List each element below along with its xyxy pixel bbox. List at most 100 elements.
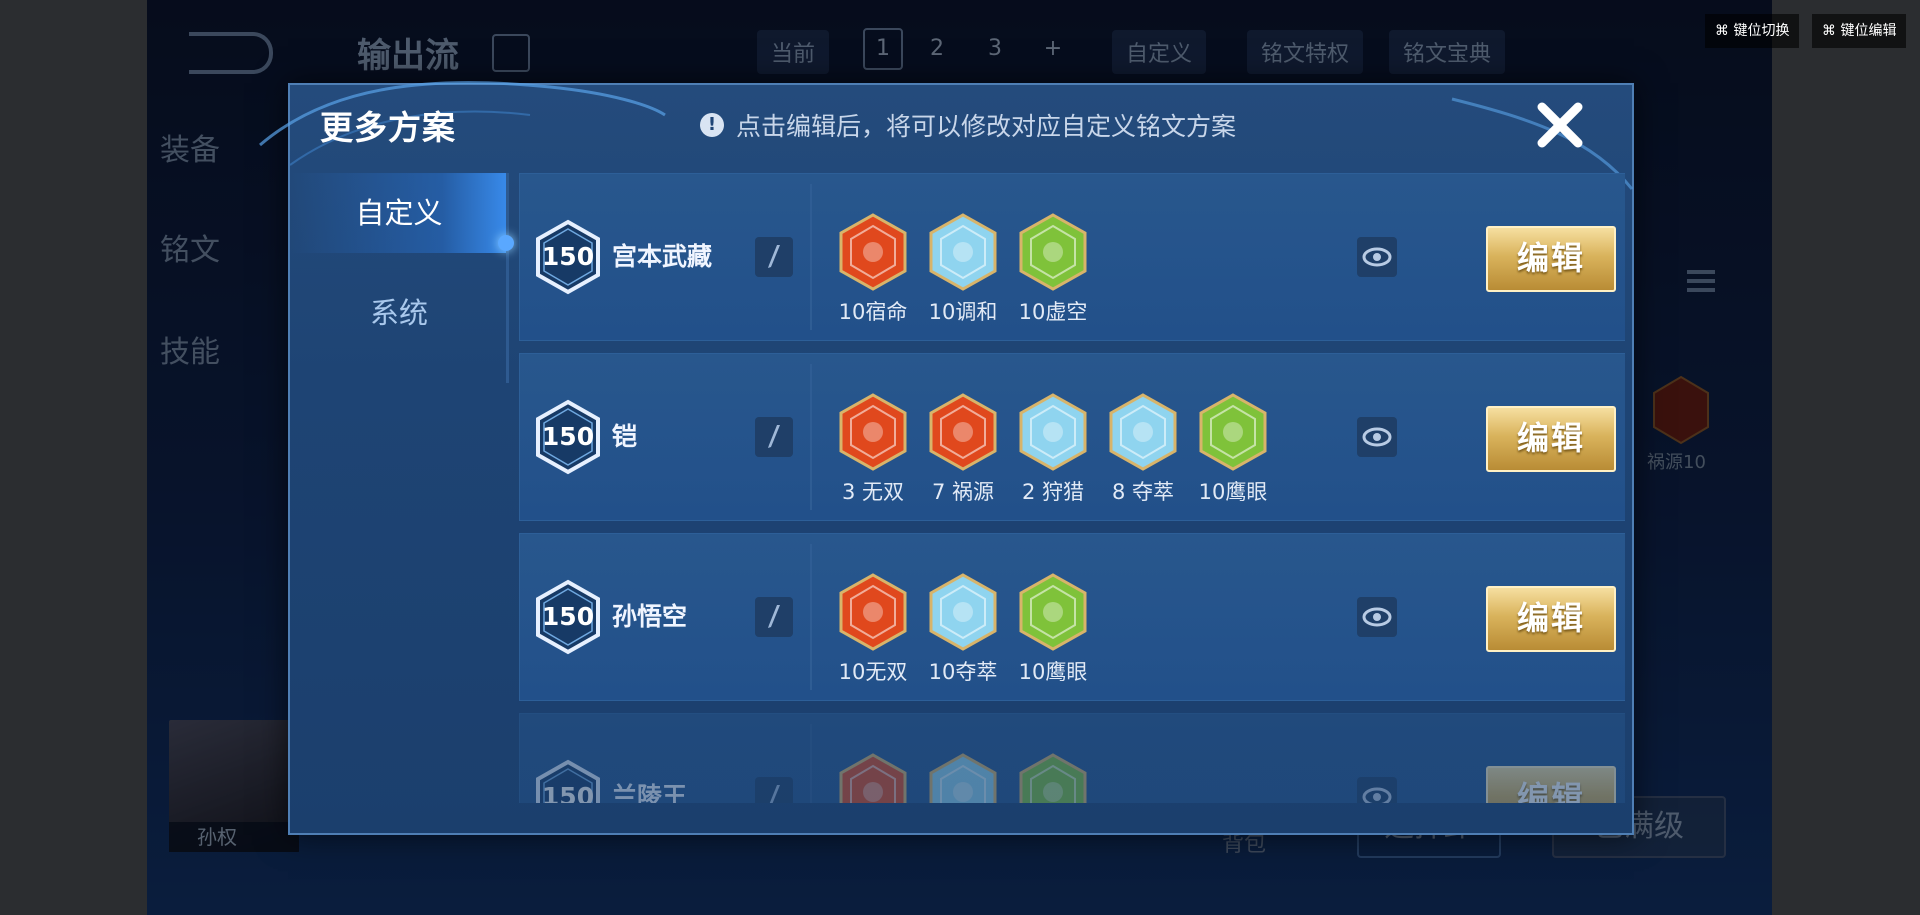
eye-icon	[1362, 787, 1392, 803]
blue-knot-rune-icon	[1109, 393, 1177, 471]
rune-item[interactable]: 10宿命	[828, 212, 918, 326]
menu-icon[interactable]	[1687, 270, 1715, 300]
green-clover-rune-icon	[1019, 753, 1087, 803]
scheme-type-tabs: 自定义 系统	[290, 173, 508, 833]
rune-level: 150	[541, 242, 595, 271]
dialog-title: 更多方案	[320, 108, 456, 147]
scheme-row: 150 宫本武藏 10宿命 10调和 10虚空 编辑	[519, 173, 1625, 341]
rune-set: 10宿命 10调和 10虚空	[828, 212, 1098, 326]
rune-item[interactable]: 10调和	[918, 212, 1008, 326]
rune-level: 150	[541, 602, 595, 631]
rune-item[interactable]	[1008, 752, 1098, 803]
rune-item[interactable]	[828, 752, 918, 803]
hero-portrait-name: 孙权	[169, 822, 299, 852]
gamepad-icon: ⌘	[1822, 23, 1841, 39]
rune-item[interactable]: 8 夺萃	[1098, 392, 1188, 506]
rune-item[interactable]	[918, 752, 1008, 803]
rune-item[interactable]: 10虚空	[1008, 212, 1098, 326]
edit-button[interactable]: 编辑	[1486, 586, 1616, 652]
rune-item[interactable]: 10鹰眼	[1188, 392, 1278, 506]
edit-button[interactable]: 编辑	[1486, 406, 1616, 472]
page-tab-1[interactable]: 1	[863, 28, 903, 70]
rune-level: 150	[541, 422, 595, 451]
preview-eye-icon[interactable]	[1357, 777, 1397, 803]
page-tab-2[interactable]: 2	[917, 28, 957, 70]
rune-item[interactable]: 7 祸源	[918, 392, 1008, 506]
key-edit-label: 键位编辑	[1840, 23, 1897, 39]
rune-item[interactable]: 10无双	[828, 572, 918, 686]
rune-label: 10虚空	[1018, 300, 1088, 324]
scheme-list: 150 宫本武藏 10宿命 10调和 10虚空 编辑 150 铠 3 无双 7 祸源 2 狩猎 8 夺…	[519, 173, 1625, 803]
grid-icon[interactable]	[492, 34, 530, 72]
red-diamond-rune-icon	[839, 753, 907, 803]
tab-system[interactable]: 系统	[290, 273, 508, 353]
rune-item[interactable]: 10鹰眼	[1008, 572, 1098, 686]
loadout-title: 输出流	[357, 36, 459, 76]
back-icon[interactable]	[189, 32, 273, 74]
rune-label: 3 无双	[841, 480, 905, 504]
rune-item[interactable]: 10夺萃	[918, 572, 1008, 686]
rename-pencil-icon[interactable]	[755, 597, 793, 637]
side-tab-skills[interactable]: 技能	[160, 327, 220, 371]
rename-pencil-icon[interactable]	[755, 777, 793, 803]
pencil-icon	[768, 245, 780, 268]
more-schemes-dialog: 更多方案 ! 点击编辑后，将可以修改对应自定义铭文方案 自定义 系统 150 宫本…	[259, 81, 1634, 835]
rune-item[interactable]: 2 狩猎	[1008, 392, 1098, 506]
pencil-icon	[768, 605, 780, 628]
rune-codex-button[interactable]: 铭文宝典	[1389, 30, 1506, 74]
custom-top-button[interactable]: 自定义	[1112, 30, 1207, 74]
rune-label: 8 夺萃	[1111, 480, 1175, 504]
scheme-row: 150 铠 3 无双 7 祸源 2 狩猎 8 夺萃 10鹰眼 编辑	[519, 353, 1625, 521]
rune-privilege-button[interactable]: 铭文特权	[1247, 30, 1364, 74]
red-fan-rune-icon	[929, 393, 997, 471]
rune-label: 2 狩猎	[1021, 480, 1085, 504]
rune-label: 7 祸源	[931, 480, 995, 504]
scheme-hero-name: 宫本武藏	[612, 242, 713, 271]
red-flame-rune-icon	[839, 213, 907, 291]
key-switch-tag[interactable]: ⌘ 键位切换	[1705, 14, 1800, 48]
scheme-row: 150 兰陵王 编辑	[519, 713, 1625, 803]
current-label: 当前	[757, 30, 830, 74]
pencil-icon	[769, 785, 780, 803]
blue-bolt-rune-icon	[929, 753, 997, 803]
red-diamond-rune-icon	[839, 393, 907, 471]
key-edit-tag[interactable]: ⌘ 键位编辑	[1812, 14, 1907, 48]
rename-pencil-icon[interactable]	[755, 237, 793, 277]
rune-set	[828, 752, 1098, 803]
preview-eye-icon[interactable]	[1357, 417, 1397, 457]
pencil-icon	[768, 425, 780, 448]
rune-label: 10宿命	[838, 300, 908, 324]
key-switch-label: 键位切换	[1733, 23, 1790, 39]
preview-eye-icon[interactable]	[1357, 597, 1397, 637]
green-clover-rune-icon	[1199, 393, 1267, 471]
green-clover-rune-icon	[1019, 573, 1087, 651]
preview-eye-icon[interactable]	[1357, 237, 1397, 277]
close-icon[interactable]	[1534, 99, 1586, 151]
rune-label: 10鹰眼	[1018, 660, 1088, 684]
red-diamond-rune-icon	[839, 573, 907, 651]
rune-set: 10无双 10夺萃 10鹰眼	[828, 572, 1098, 686]
edit-button[interactable]: 编辑	[1486, 226, 1616, 292]
eye-icon	[1362, 427, 1392, 447]
hero-portrait[interactable]	[169, 720, 299, 852]
rune-label: 10无双	[838, 660, 908, 684]
rune-set: 3 无双 7 祸源 2 狩猎 8 夺萃 10鹰眼	[828, 392, 1278, 506]
rune-item[interactable]: 3 无双	[828, 392, 918, 506]
notice-text: 点击编辑后，将可以修改对应自定义铭文方案	[736, 112, 1237, 141]
gamepad-icon: ⌘	[1715, 23, 1734, 39]
decor-swirl	[259, 81, 666, 166]
row-divider	[810, 724, 812, 803]
notice: ! 点击编辑后，将可以修改对应自定义铭文方案	[700, 107, 1236, 143]
rename-pencil-icon[interactable]	[755, 417, 793, 457]
blue-bolt-rune-icon	[1019, 393, 1087, 471]
edit-button[interactable]: 编辑	[1486, 766, 1616, 803]
page-tab-3[interactable]: 3	[975, 28, 1015, 70]
tab-custom[interactable]: 自定义	[290, 173, 508, 253]
scheme-row: 150 孙悟空 10无双 10夺萃 10鹰眼 编辑	[519, 533, 1625, 701]
rune-label: 10夺萃	[928, 660, 998, 684]
info-icon: !	[700, 113, 724, 137]
page-tab-add[interactable]: +	[1033, 28, 1073, 70]
rune-label: 10调和	[928, 300, 998, 324]
side-tab-runes[interactable]: 铭文	[160, 225, 220, 269]
side-tab-equipment[interactable]: 装备	[160, 125, 220, 169]
